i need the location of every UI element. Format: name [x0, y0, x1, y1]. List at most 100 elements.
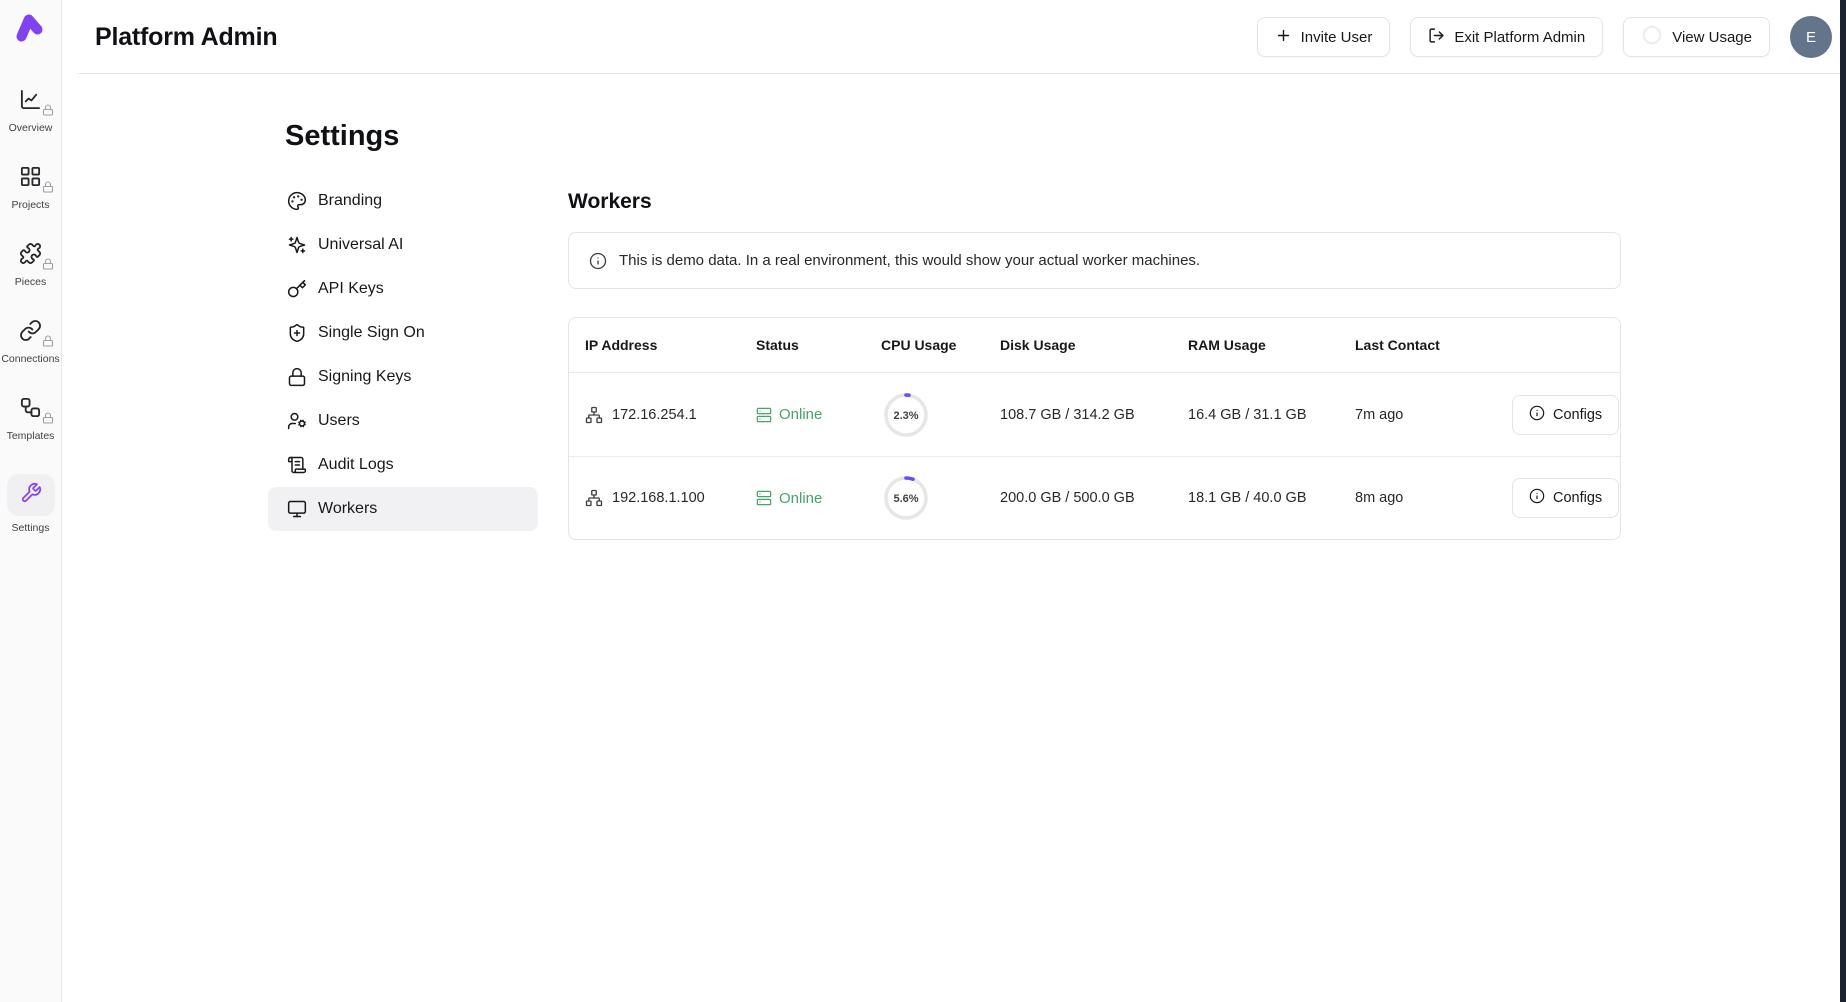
- sidebar-item-overview[interactable]: Overview: [0, 89, 62, 134]
- sidebar-item-settings[interactable]: Settings: [0, 474, 62, 534]
- settings-nav-api-keys[interactable]: API Keys: [268, 267, 538, 311]
- sparkles-icon: [287, 235, 307, 255]
- settings-nav-column: Settings Branding Universal AI: [268, 120, 538, 540]
- status-badge: Online: [756, 406, 881, 423]
- column-header-status: Status: [756, 337, 881, 353]
- last-contact: 7m ago: [1355, 407, 1512, 423]
- grid-icon: [19, 165, 42, 193]
- info-icon: [1529, 488, 1545, 508]
- workers-panel: Workers This is demo data. In a real env…: [568, 120, 1621, 540]
- settings-nav-label: Branding: [318, 192, 382, 210]
- chart-line-icon: [19, 88, 42, 116]
- main-area: Platform Admin Invite User Exit Platform…: [62, 0, 1840, 1002]
- user-gear-icon: [287, 411, 307, 431]
- column-header-ip: IP Address: [585, 337, 756, 353]
- sidebar-item-label: Overview: [9, 122, 53, 134]
- activepieces-logo-icon[interactable]: [12, 9, 50, 47]
- network-icon: [585, 406, 603, 424]
- cpu-usage-gauge: 5.6%: [881, 473, 931, 523]
- last-contact: 8m ago: [1355, 490, 1512, 506]
- page-title: Platform Admin: [95, 23, 277, 52]
- settings-nav-single-sign-on[interactable]: Single Sign On: [268, 311, 538, 355]
- configs-button[interactable]: Configs: [1512, 478, 1619, 518]
- table-header-row: IP Address Status CPU Usage Disk Usage R…: [569, 318, 1620, 373]
- sidebar-item-label: Pieces: [15, 276, 47, 288]
- page-header: Platform Admin Invite User Exit Platform…: [62, 0, 1840, 74]
- lock-icon: [42, 180, 54, 198]
- column-header-cpu: CPU Usage: [881, 337, 1000, 353]
- status-badge: Online: [756, 490, 881, 507]
- settings-nav-signing-keys[interactable]: Signing Keys: [268, 355, 538, 399]
- workers-section-title: Workers: [568, 190, 1621, 214]
- column-header-last-contact: Last Contact: [1355, 337, 1512, 353]
- sidebar-item-label: Projects: [12, 199, 50, 211]
- invite-user-button[interactable]: Invite User: [1257, 17, 1391, 57]
- banner-text: This is demo data. In a real environment…: [619, 252, 1200, 269]
- settings-page-title: Settings: [285, 120, 538, 153]
- header-actions: Invite User Exit Platform Admin View Usa…: [1257, 16, 1832, 58]
- lock-icon: [42, 103, 54, 121]
- table-row: 172.16.254.1 Online 2.: [569, 373, 1620, 456]
- palette-icon: [287, 191, 307, 211]
- configs-button[interactable]: Configs: [1512, 395, 1619, 435]
- worker-ip: 172.16.254.1: [612, 407, 697, 423]
- settings-nav-branding[interactable]: Branding: [268, 179, 538, 223]
- svg-text:2.3%: 2.3%: [893, 410, 918, 422]
- server-icon: [756, 407, 772, 423]
- sidebar-item-pieces[interactable]: Pieces: [0, 243, 62, 288]
- lock-icon: [42, 334, 54, 352]
- ram-usage: 16.4 GB / 31.1 GB: [1188, 407, 1355, 423]
- lock-icon: [42, 411, 54, 429]
- sidebar-item-label: Templates: [7, 430, 55, 442]
- view-usage-button[interactable]: View Usage: [1623, 17, 1770, 57]
- disk-usage: 200.0 GB / 500.0 GB: [1000, 490, 1188, 506]
- sidebar-nav: Overview Projects: [0, 89, 62, 534]
- sidebar-item-label: Settings: [12, 522, 50, 534]
- sidebar-item-connections[interactable]: Connections: [0, 320, 62, 365]
- lock-icon: [287, 367, 307, 387]
- column-header-disk: Disk Usage: [1000, 337, 1188, 353]
- settings-page: Settings Branding Universal AI: [62, 74, 1840, 540]
- scroll-icon: [287, 455, 307, 475]
- settings-nav-label: API Keys: [318, 280, 384, 298]
- settings-nav-label: Universal AI: [318, 236, 403, 254]
- lock-icon: [42, 257, 54, 275]
- settings-nav-users[interactable]: Users: [268, 399, 538, 443]
- info-icon: [589, 252, 607, 270]
- status-text: Online: [779, 490, 822, 507]
- wrench-icon: [20, 482, 42, 509]
- usage-ring-icon: [1641, 24, 1663, 50]
- sidebar-item-label: Connections: [1, 353, 59, 365]
- key-icon: [287, 279, 307, 299]
- network-icon: [585, 489, 603, 507]
- plus-icon: [1275, 27, 1292, 48]
- workflow-icon: [19, 396, 42, 424]
- table-row: 192.168.1.100 Online 5: [569, 456, 1620, 539]
- exit-platform-admin-button[interactable]: Exit Platform Admin: [1410, 17, 1603, 57]
- monitor-icon: [287, 499, 307, 519]
- sidebar-item-projects[interactable]: Projects: [0, 166, 62, 211]
- settings-nav-workers[interactable]: Workers: [268, 487, 538, 531]
- log-out-icon: [1428, 27, 1445, 48]
- server-icon: [756, 490, 772, 506]
- cpu-usage-gauge: 2.3%: [881, 390, 931, 440]
- shield-plus-icon: [287, 323, 307, 343]
- settings-nav-universal-ai[interactable]: Universal AI: [268, 223, 538, 267]
- disk-usage: 108.7 GB / 314.2 GB: [1000, 407, 1188, 423]
- sidebar-item-templates[interactable]: Templates: [0, 397, 62, 442]
- platform-admin-app: Overview Projects: [0, 0, 1840, 1002]
- link-icon: [19, 319, 42, 347]
- settings-nav-label: Single Sign On: [318, 324, 425, 342]
- settings-nav-label: Users: [318, 412, 360, 430]
- info-icon: [1529, 405, 1545, 425]
- right-edge-strip: [1840, 0, 1846, 1002]
- settings-nav-audit-logs[interactable]: Audit Logs: [268, 443, 538, 487]
- settings-nav-label: Audit Logs: [318, 456, 394, 474]
- workers-table: IP Address Status CPU Usage Disk Usage R…: [568, 317, 1621, 540]
- puzzle-icon: [19, 242, 42, 270]
- ram-usage: 18.1 GB / 40.0 GB: [1188, 490, 1355, 506]
- status-text: Online: [779, 406, 822, 423]
- column-header-ram: RAM Usage: [1188, 337, 1355, 353]
- worker-ip: 192.168.1.100: [612, 490, 705, 506]
- user-avatar[interactable]: E: [1790, 16, 1832, 58]
